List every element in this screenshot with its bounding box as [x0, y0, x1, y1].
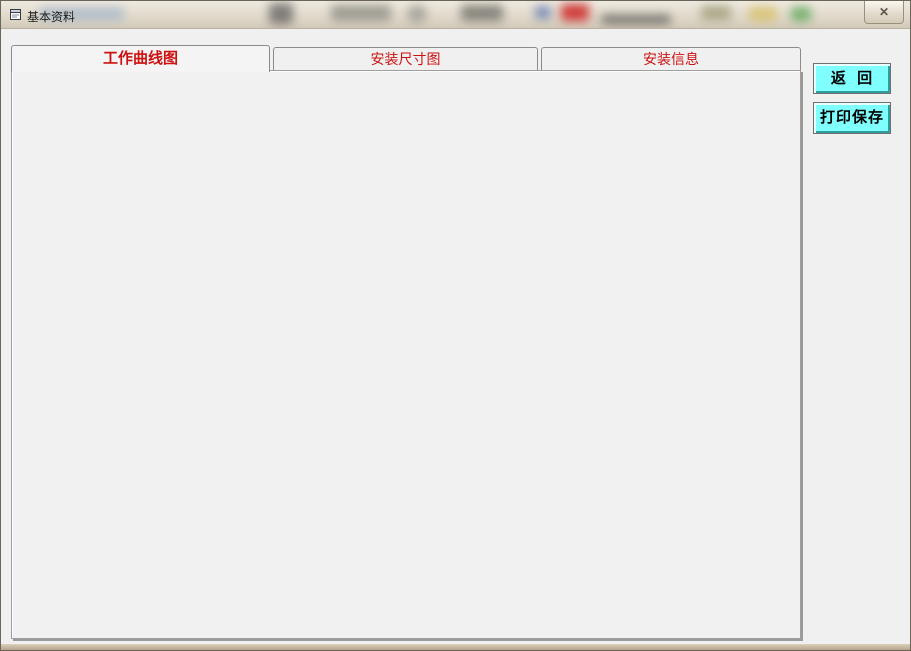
titlebar-blur-decor — [701, 6, 731, 20]
titlebar-blur-decor — [535, 6, 551, 19]
window-bottom-frame — [1, 644, 910, 650]
titlebar-blur-decor — [461, 5, 503, 21]
window-title: 基本资料 — [27, 10, 76, 24]
window-icon — [10, 9, 21, 20]
return-button[interactable]: 返 回 — [813, 63, 891, 94]
app-window: 基本资料 ✕ 工作曲线图 安装尺寸图 安装信息 H(m) η (%) P(kw.… — [0, 0, 911, 651]
titlebar: 基本资料 ✕ — [1, 1, 910, 29]
titlebar-blur-decor — [749, 7, 777, 21]
titlebar-blur-decor — [791, 7, 811, 21]
titlebar-blur-decor — [601, 15, 671, 24]
tab-install-info[interactable]: 安装信息 — [541, 47, 801, 71]
print-save-button[interactable]: 打印保存 — [813, 102, 891, 134]
titlebar-blur-decor — [407, 5, 427, 23]
close-button[interactable]: ✕ — [864, 1, 904, 24]
tab-page — [11, 70, 801, 639]
tab-working-curve[interactable]: 工作曲线图 — [11, 45, 270, 72]
titlebar-blur-decor — [331, 5, 391, 21]
titlebar-blur-decor — [561, 4, 589, 21]
titlebar-blur-decor — [269, 3, 293, 24]
tab-install-dimensions[interactable]: 安装尺寸图 — [273, 47, 538, 71]
